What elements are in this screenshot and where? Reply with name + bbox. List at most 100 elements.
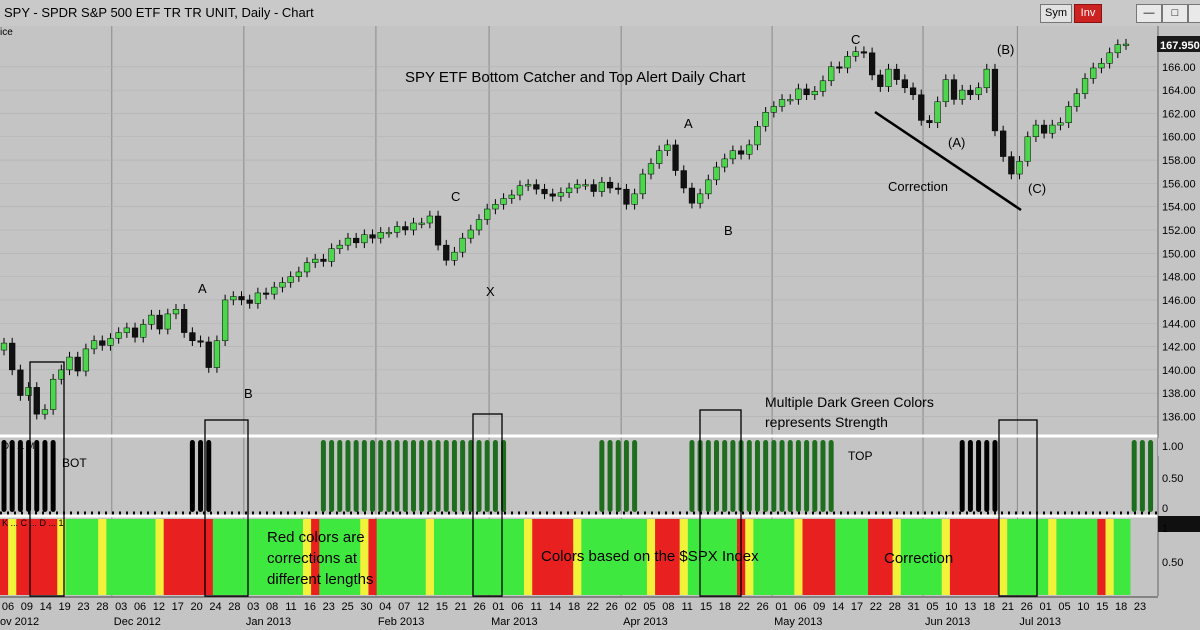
date-tick-label: 09 [813, 601, 825, 613]
signal-bar [484, 440, 490, 512]
candle-body [1122, 43, 1130, 46]
color-bar [1080, 519, 1090, 595]
color-bar [1031, 519, 1041, 595]
date-tick-label: 11 [531, 601, 542, 613]
minimize-icon[interactable]: — [1136, 4, 1162, 23]
candle-body [516, 185, 524, 196]
color-bar [245, 519, 255, 595]
signal-bar [623, 440, 629, 512]
signal-bar [599, 440, 605, 512]
candle-body [688, 187, 696, 204]
candle-body [705, 179, 712, 195]
color-bar [401, 519, 410, 595]
signal-bar [198, 440, 204, 512]
color-panel-label: K ... C ... D ... 1 [2, 518, 64, 528]
candle-body [115, 332, 122, 339]
date-tick-label: 10 [1077, 601, 1089, 613]
candle-body [950, 79, 958, 100]
red-note-line3: different lengths [267, 571, 373, 588]
spy-daily-chart: 136.00 138.00 140.00 142.00 144.00 146.00 148.… [0, 26, 1200, 630]
candle-body [541, 188, 548, 195]
color-bar [122, 519, 132, 595]
candle-body [754, 126, 761, 146]
date-tick-label: 31 [907, 601, 919, 613]
wave-label-c2: C [851, 32, 860, 47]
date-tick-label: 23 [77, 601, 89, 613]
color-bar [532, 519, 541, 595]
candle-body [1008, 156, 1015, 175]
candle-body [312, 258, 319, 263]
date-tick-label: 03 [247, 601, 259, 613]
candle-body [852, 51, 859, 57]
signal-bar [754, 440, 760, 512]
color-bar [843, 519, 853, 595]
candle-body [451, 251, 458, 261]
color-bar [393, 519, 402, 595]
color-bar [507, 519, 517, 595]
candle-body [377, 232, 384, 239]
candle-body [1040, 124, 1048, 134]
strength-note-line1: Multiple Dark Green Colors [765, 394, 934, 410]
candle-body [533, 184, 540, 190]
candle-body [107, 338, 114, 346]
candle-body [778, 99, 786, 107]
candle-body [467, 229, 474, 239]
date-tick-label: 06 [2, 601, 14, 613]
signal-bar [451, 440, 457, 512]
candle-body [737, 150, 745, 155]
candle-body [926, 120, 933, 124]
candle-body [729, 150, 737, 160]
color-axis-050: 0.50 [1162, 557, 1183, 569]
wave-label-a-paren: (A) [948, 135, 965, 150]
candle-body [836, 66, 843, 69]
candle-body [90, 340, 98, 350]
color-bar [835, 519, 844, 595]
color-bar [1121, 519, 1131, 595]
candle-body [1016, 160, 1023, 175]
date-tick-label: 11 [681, 601, 692, 613]
sym-button[interactable]: Sym [1040, 4, 1072, 23]
signal-bar [476, 440, 482, 512]
signal-bar [746, 440, 752, 512]
date-tick-label: 11 [285, 601, 296, 613]
candle-body [148, 314, 155, 325]
color-bar [229, 519, 238, 595]
maximize-icon[interactable]: □ [1162, 4, 1188, 23]
date-tick-label: 19 [58, 601, 70, 613]
color-bar [212, 519, 222, 595]
candle-body [295, 271, 302, 277]
candle-body [664, 144, 671, 151]
candle-body [942, 79, 949, 103]
candle-body [254, 292, 261, 304]
color-bar [1007, 519, 1016, 595]
candle-body [623, 188, 630, 205]
candle-body [336, 244, 343, 249]
inv-button[interactable]: Inv [1074, 4, 1102, 23]
close-icon[interactable] [1188, 4, 1200, 23]
wave-label-a2: A [684, 116, 693, 131]
date-tick-label: 18 [1115, 601, 1127, 613]
signal-bar [378, 440, 384, 512]
candle-body [557, 192, 565, 197]
date-tick-label: 03 [115, 601, 127, 613]
color-bar [499, 519, 509, 595]
candle-body [795, 88, 802, 100]
candle-body [213, 340, 221, 368]
date-tick-label: 18 [983, 601, 995, 613]
candle-body [1065, 106, 1072, 124]
color-bar [761, 519, 771, 595]
candle-body [262, 292, 270, 295]
candle-body [74, 356, 81, 372]
color-bar [1015, 519, 1025, 595]
candle-body [909, 87, 917, 96]
candle-body [287, 276, 294, 283]
date-tick-label: 26 [606, 601, 618, 613]
color-bar [417, 519, 427, 595]
price-tick-label: 138.00 [1162, 388, 1196, 400]
color-bar [89, 519, 99, 595]
chart-title: SPY ETF Bottom Catcher and Top Alert Dai… [405, 69, 746, 86]
color-bar [49, 519, 58, 595]
color-bar [818, 519, 828, 595]
price-tick-label: 150.00 [1162, 248, 1196, 260]
candle-body [574, 184, 581, 189]
